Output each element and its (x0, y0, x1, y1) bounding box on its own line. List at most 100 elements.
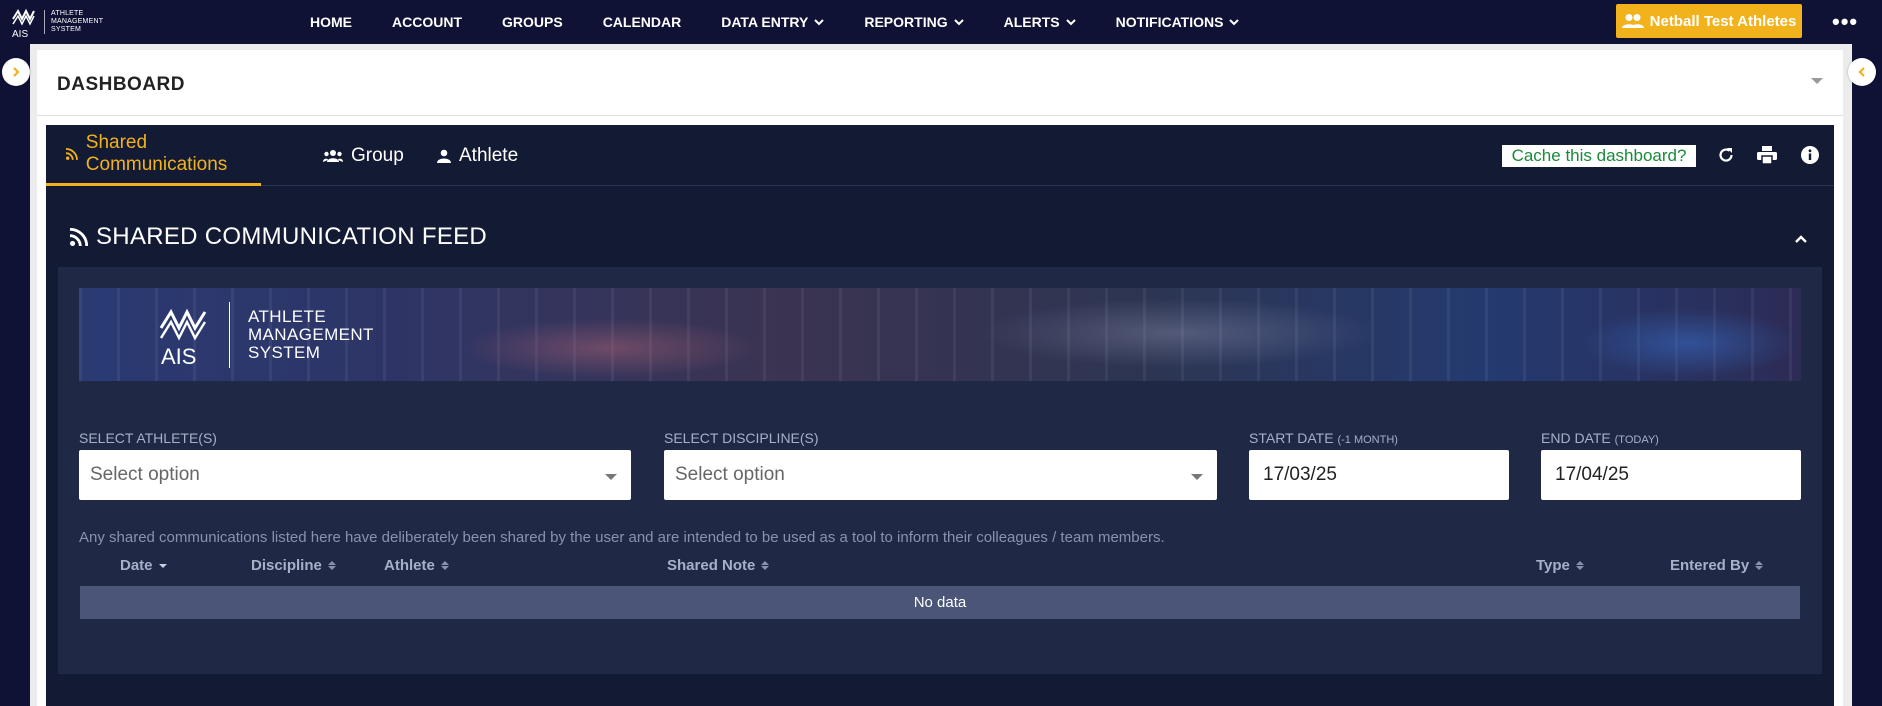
ais-wave-icon: AIS (12, 8, 35, 39)
column-header-athlete[interactable]: Athlete (384, 557, 449, 574)
start-date-label: START DATE (-1 MONTH) (1249, 430, 1398, 446)
column-header-type[interactable]: Type (1536, 557, 1584, 574)
sort-icon (440, 561, 449, 570)
logo-line: MANAGEMENT (51, 18, 104, 25)
nav-label: ACCOUNT (392, 14, 462, 30)
left-sidebar-toggle[interactable] (2, 58, 30, 86)
banner-glow (1579, 308, 1799, 378)
column-label: Discipline (251, 557, 322, 574)
column-label: Date (120, 557, 153, 574)
info-icon[interactable] (1799, 144, 1821, 166)
column-label: Type (1536, 557, 1570, 574)
banner-glow (459, 318, 759, 378)
nav-alerts[interactable]: ALERTS (1004, 14, 1076, 30)
chevron-left-icon (1858, 67, 1865, 77)
svg-text:AIS: AIS (161, 344, 196, 368)
banner-logo-text: ATHLETE MANAGEMENT SYSTEM (229, 302, 374, 368)
team-selector-button[interactable]: Netball Test Athletes (1616, 4, 1802, 38)
nav-label: GROUPS (502, 14, 563, 30)
end-date-input[interactable] (1541, 450, 1801, 500)
column-label: Shared Note (667, 557, 756, 574)
left-sidebar-strip (0, 44, 30, 706)
more-menu-icon[interactable]: ••• (1832, 11, 1858, 33)
svg-text:AIS: AIS (12, 29, 28, 39)
main-content: DASHBOARD Shared Communications Group At… (37, 50, 1843, 706)
banner-logo: AIS ATHLETE MANAGEMENT SYSTEM (155, 302, 374, 368)
sort-desc-icon (158, 563, 167, 568)
nav-account[interactable]: ACCOUNT (392, 14, 462, 30)
tab-label: Group (351, 144, 404, 166)
dashboard-header: DASHBOARD (37, 50, 1843, 116)
column-header-date[interactable]: Date (120, 557, 167, 574)
group-icon (323, 149, 343, 162)
rss-icon (66, 148, 78, 161)
banner-logo-line: ATHLETE (248, 307, 327, 326)
athletes-label: SELECT ATHLETE(S) (79, 430, 217, 446)
nav-home[interactable]: HOME (310, 14, 352, 30)
chevron-down-icon (814, 19, 825, 26)
end-date-label-text: END DATE (1541, 430, 1611, 446)
person-icon (437, 149, 451, 163)
team-selector-label: Netball Test Athletes (1649, 12, 1797, 30)
column-header-discipline[interactable]: Discipline (251, 557, 336, 574)
nav-label: REPORTING (864, 14, 948, 30)
nav-calendar[interactable]: CALENDAR (603, 14, 682, 30)
athletes-select-value: Select option (90, 464, 200, 485)
chevron-down-icon (1065, 19, 1076, 26)
column-label: Entered By (1670, 557, 1750, 574)
tab-group[interactable]: Group (323, 125, 404, 186)
right-sidebar-toggle[interactable] (1848, 58, 1876, 86)
start-date-input[interactable] (1249, 450, 1509, 500)
rss-icon (70, 228, 88, 246)
page-title: DASHBOARD (57, 74, 185, 95)
feed-body: AIS ATHLETE MANAGEMENT SYSTEM SELECT ATH… (58, 267, 1822, 674)
nav-label: CALENDAR (602, 14, 682, 30)
start-date-label-text: START DATE (1249, 430, 1334, 446)
nav-groups[interactable]: GROUPS (502, 14, 563, 30)
print-icon[interactable] (1756, 144, 1778, 166)
top-navbar: AIS ATHLETE MANAGEMENT SYSTEM HOME ACCOU… (0, 0, 1882, 44)
end-date-hint: (TODAY) (1614, 434, 1659, 446)
sort-icon (1755, 561, 1764, 570)
nav-label: HOME (310, 14, 352, 30)
tab-label: Athlete (459, 144, 519, 166)
athletes-select[interactable]: Select option (79, 450, 631, 500)
refresh-icon[interactable] (1715, 144, 1737, 166)
chevron-right-icon (13, 67, 20, 77)
nav-label: DATA ENTRY (721, 14, 809, 30)
chevron-down-icon (605, 474, 617, 480)
main-nav: HOME ACCOUNT GROUPS CALENDAR DATA ENTRY … (310, 0, 1279, 44)
banner-logo-line: SYSTEM (248, 343, 321, 362)
feed-title-text: SHARED COMMUNICATION FEED (96, 223, 488, 250)
ais-logo[interactable]: AIS ATHLETE MANAGEMENT SYSTEM (10, 4, 120, 40)
right-sidebar-strip (1852, 44, 1882, 706)
sort-icon (761, 561, 770, 570)
cache-dashboard-button[interactable]: Cache this dashboard? (1502, 145, 1696, 167)
ais-wave-icon: AIS (159, 308, 207, 368)
end-date-label: END DATE (TODAY) (1541, 430, 1659, 446)
nav-label: ALERTS (1003, 14, 1060, 30)
disciplines-label: SELECT DISCIPLINE(S) (664, 430, 819, 446)
feed-disclaimer: Any shared communications listed here ha… (79, 529, 1165, 546)
sort-icon (327, 561, 336, 570)
chevron-down-icon[interactable] (1811, 78, 1823, 84)
ams-banner-image: AIS ATHLETE MANAGEMENT SYSTEM (79, 288, 1801, 381)
logo-line: ATHLETE (51, 10, 84, 17)
column-label: Athlete (384, 557, 435, 574)
nav-reporting[interactable]: REPORTING (864, 14, 964, 30)
banner-glow (979, 298, 1379, 368)
nav-data-entry[interactable]: DATA ENTRY (721, 14, 825, 30)
disciplines-select[interactable]: Select option (664, 450, 1217, 500)
column-header-entered-by[interactable]: Entered By (1670, 557, 1764, 574)
logo-line: SYSTEM (51, 26, 81, 33)
table-empty-row: No data (80, 586, 1800, 619)
column-header-shared-note[interactable]: Shared Note (667, 557, 770, 574)
tab-shared-communications[interactable]: Shared Communications (46, 125, 261, 186)
logo-text: ATHLETE MANAGEMENT SYSTEM (44, 10, 103, 34)
chevron-down-icon (1191, 474, 1203, 480)
tab-athlete[interactable]: Athlete (437, 125, 518, 186)
nav-label: NOTIFICATIONS (1115, 14, 1224, 30)
dashboard-panel: Shared Communications Group Athlete Cach… (46, 125, 1834, 706)
nav-notifications[interactable]: NOTIFICATIONS (1116, 14, 1240, 30)
chevron-up-icon[interactable] (1794, 231, 1808, 249)
